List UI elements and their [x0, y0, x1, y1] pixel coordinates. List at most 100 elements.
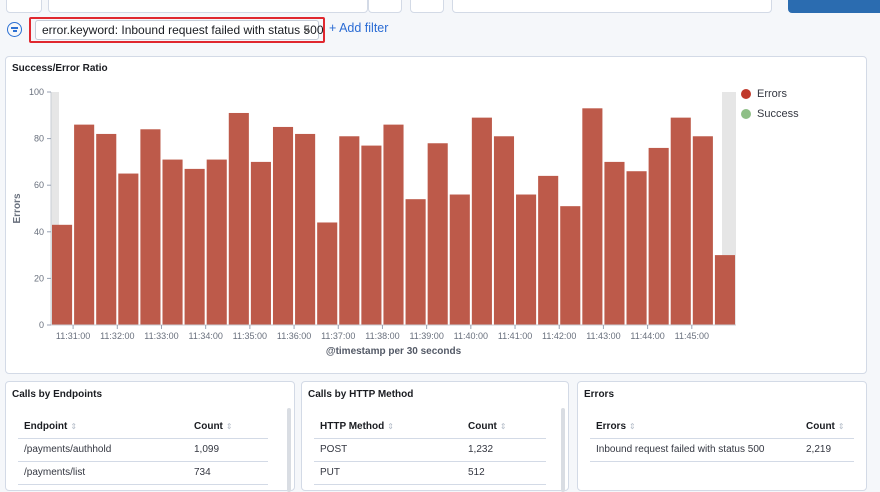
x-tick-label: 11:42:00	[542, 331, 576, 341]
errors-table: Errors ⇕ Count ⇕ Inbound request failed wi…	[590, 416, 854, 462]
refresh-button[interactable]	[788, 0, 880, 13]
bar	[538, 175, 559, 325]
errors-panel: Errors Errors ⇕ Count ⇕ Inbound request fa…	[577, 381, 867, 491]
legend-label: Success	[757, 108, 799, 120]
bar	[96, 133, 117, 325]
x-tick-label: 11:39:00	[409, 331, 443, 341]
query-language-button[interactable]	[6, 0, 42, 13]
x-axis-label: @timestamp per 30 seconds	[326, 346, 462, 357]
bar	[626, 171, 647, 325]
table-header-row: Endpoint ⇕ Count ⇕	[18, 416, 268, 439]
bar	[714, 255, 735, 325]
bar	[140, 129, 161, 325]
bar	[339, 136, 360, 325]
sort-icon: ⇕	[629, 422, 636, 432]
http-method-table: HTTP Method ⇕ Count ⇕ POST 1,232 PUT 512	[314, 416, 546, 485]
filter-pill-label: error.keyword: Inbound request failed wi…	[42, 23, 324, 37]
x-tick-label: 11:37:00	[321, 331, 355, 341]
sort-icon: ⇕	[499, 422, 507, 432]
y-axis-label: Errors	[12, 193, 23, 223]
x-tick-label: 11:43:00	[586, 331, 620, 341]
bar	[670, 117, 691, 325]
legend-label: Errors	[757, 88, 787, 100]
column-header-count[interactable]: Count ⇕	[462, 416, 546, 439]
table-row: PUT 512	[314, 461, 546, 485]
bar	[493, 136, 515, 325]
bar	[427, 143, 448, 325]
calendar-icon-button[interactable]	[410, 0, 444, 13]
x-tick-label: 11:34:00	[188, 331, 222, 341]
time-range-picker[interactable]	[452, 0, 772, 13]
bar	[228, 112, 249, 325]
bar	[582, 108, 603, 325]
bar	[560, 206, 581, 325]
table-cell: 512	[462, 461, 546, 485]
y-tick-label: 0	[39, 320, 44, 330]
close-icon[interactable]: ×	[303, 21, 310, 39]
bar	[162, 159, 183, 325]
table-cell: /payments/authhold	[18, 438, 188, 462]
bar	[184, 168, 205, 325]
table-cell: Inbound request failed with status 500	[590, 438, 800, 462]
column-header-count[interactable]: Count ⇕	[188, 416, 268, 439]
search-icon-button[interactable]	[368, 0, 402, 13]
column-header-http-method[interactable]: HTTP Method ⇕	[314, 416, 462, 439]
column-header-errors[interactable]: Errors ⇕	[590, 416, 800, 439]
x-tick-label: 11:31:00	[56, 331, 90, 341]
legend-dot-icon	[741, 109, 751, 119]
sort-icon: ⇕	[837, 422, 845, 432]
calls-by-http-method-panel: Calls by HTTP Method HTTP Method ⇕ Count ⇕…	[301, 381, 569, 492]
bar	[516, 194, 537, 325]
x-tick-label: 11:32:00	[100, 331, 134, 341]
legend-dot-icon	[741, 89, 751, 99]
table-cell: /payments/list	[18, 461, 188, 485]
x-tick-label: 11:33:00	[144, 331, 178, 341]
filter-pill[interactable]: error.keyword: Inbound request failed wi…	[35, 20, 324, 40]
calls-by-endpoints-panel: Calls by Endpoints Endpoint ⇕ Count ⇕ /pay…	[5, 381, 295, 492]
top-toolbar	[0, 0, 880, 14]
bar	[118, 173, 139, 325]
bar-chart: 0 20 40 60 80 100 Errors 11:31:00 11:32:00 11:33:…	[12, 87, 736, 357]
chart-legend: Errors Success	[741, 87, 799, 127]
panel-title: Errors	[584, 389, 615, 400]
scrollbar[interactable]	[561, 408, 565, 492]
table-header-row: HTTP Method ⇕ Count ⇕	[314, 416, 546, 439]
success-error-ratio-panel: Success/Error Ratio 0 20 40 60 80 100 Errors 11…	[5, 56, 867, 374]
filter-options-icon[interactable]	[7, 22, 22, 37]
table-cell: 1,099	[188, 438, 268, 462]
y-tick-label: 80	[34, 134, 44, 144]
add-filter-link[interactable]: + Add filter	[329, 21, 388, 35]
column-header-count[interactable]: Count ⇕	[800, 416, 854, 439]
bar	[383, 124, 404, 326]
bar	[648, 147, 669, 325]
x-tick-label: 11:44:00	[630, 331, 664, 341]
x-tick-label: 11:36:00	[277, 331, 311, 341]
column-header-endpoint[interactable]: Endpoint ⇕	[18, 416, 188, 439]
filter-bar: error.keyword: Inbound request failed wi…	[0, 17, 880, 43]
table-row: POST 1,232	[314, 438, 546, 462]
table-row: /payments/list 734	[18, 461, 268, 485]
bar	[52, 224, 73, 325]
bar	[250, 161, 271, 325]
y-tick-label: 40	[34, 227, 44, 237]
scrollbar[interactable]	[287, 408, 291, 492]
sort-icon: ⇕	[387, 422, 394, 432]
table-cell: POST	[314, 438, 462, 462]
legend-item-success[interactable]: Success	[741, 107, 799, 127]
bar	[295, 133, 316, 325]
x-tick-label: 11:41:00	[498, 331, 532, 341]
y-tick-label: 20	[34, 273, 44, 283]
bar	[272, 126, 294, 325]
table-cell: 1,232	[462, 438, 546, 462]
search-query-input[interactable]	[48, 0, 368, 13]
bar	[604, 161, 625, 325]
sort-icon: ⇕	[70, 422, 78, 432]
table-row: Inbound request failed with status 500 2…	[590, 438, 854, 462]
bar	[361, 145, 382, 325]
legend-item-errors[interactable]: Errors	[741, 87, 799, 107]
table-cell: 734	[188, 461, 268, 485]
x-tick-label: 11:45:00	[675, 331, 709, 341]
y-tick-label: 60	[34, 180, 44, 190]
sort-icon: ⇕	[225, 422, 233, 432]
bar	[692, 136, 713, 325]
